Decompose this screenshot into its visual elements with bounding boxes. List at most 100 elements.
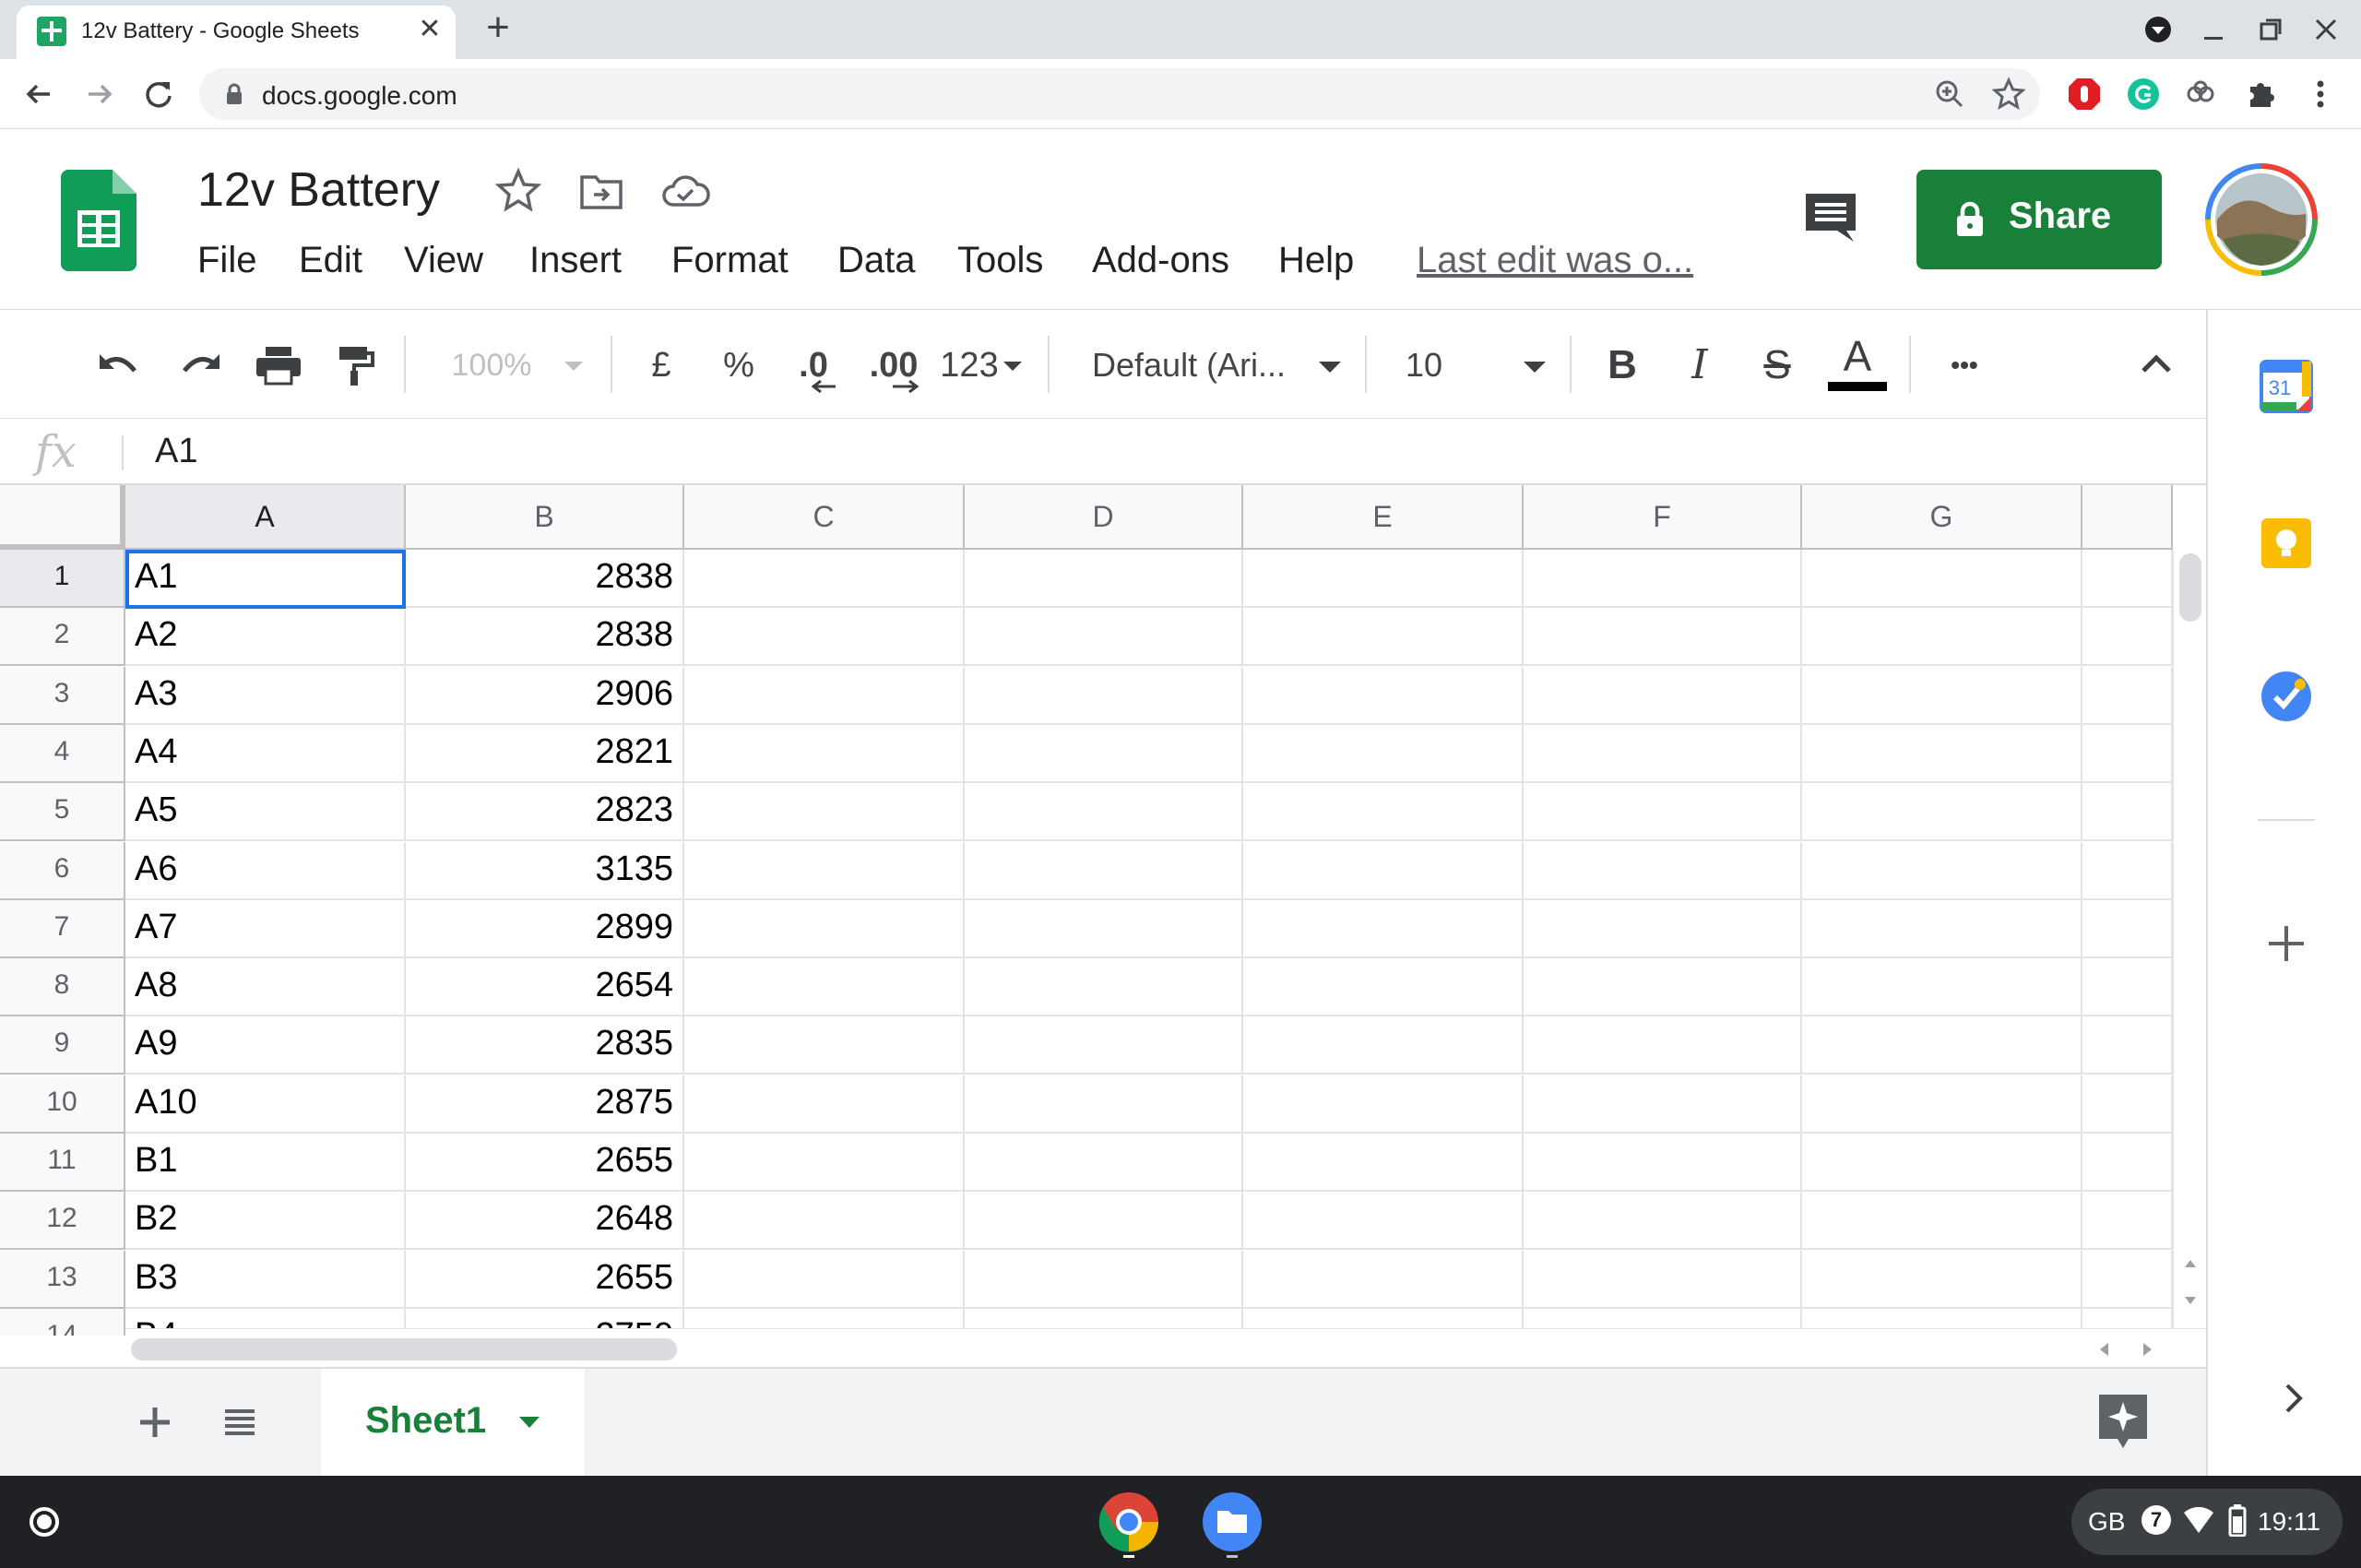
grid-cell[interactable] xyxy=(2082,900,2173,958)
grid-cell[interactable] xyxy=(684,958,965,1016)
menu-data[interactable]: Data xyxy=(837,240,916,281)
scroll-down-icon[interactable] xyxy=(2181,1291,2200,1310)
font-size-dropdown-icon[interactable] xyxy=(1518,339,1551,391)
grid-cell[interactable] xyxy=(1802,725,2082,783)
grid-cell[interactable] xyxy=(1802,1075,2082,1134)
move-folder-icon[interactable] xyxy=(577,168,625,216)
horizontal-scrollbar[interactable] xyxy=(125,1328,2206,1367)
grid-cell[interactable] xyxy=(684,900,965,958)
last-edit-link[interactable]: Last edit was o... xyxy=(1417,240,1693,281)
grid-cell[interactable] xyxy=(684,1134,965,1192)
grid-cell[interactable]: A4 xyxy=(125,725,406,783)
grid-cell[interactable] xyxy=(1524,1192,1802,1250)
grid-cell[interactable] xyxy=(1243,1134,1524,1192)
grid-cell[interactable] xyxy=(2082,608,2173,666)
grid-cell[interactable] xyxy=(1524,1134,1802,1192)
font-family-select[interactable]: Default (Ari... xyxy=(1092,339,1295,391)
comments-icon[interactable] xyxy=(1800,188,1861,249)
doc-title[interactable]: 12v Battery xyxy=(197,162,440,218)
grid-cell[interactable] xyxy=(2082,725,2173,783)
row-header[interactable]: 5 xyxy=(0,783,125,841)
more-formats-button[interactable]: 123 xyxy=(937,339,1002,391)
reload-icon[interactable] xyxy=(138,74,179,114)
grid-cell[interactable]: A8 xyxy=(125,958,406,1016)
grid-cell[interactable] xyxy=(684,783,965,841)
grid-cell[interactable] xyxy=(684,1192,965,1250)
grid-cell[interactable] xyxy=(1802,550,2082,608)
grid-cell[interactable] xyxy=(1802,958,2082,1016)
row-header[interactable]: 4 xyxy=(0,725,125,783)
scroll-right-icon[interactable] xyxy=(2136,1338,2158,1360)
restore-icon[interactable] xyxy=(2250,9,2291,50)
column-header-e[interactable]: E xyxy=(1243,485,1524,550)
grid-cell[interactable] xyxy=(1243,1192,1524,1250)
grid-cell[interactable]: A7 xyxy=(125,900,406,958)
grid-cell[interactable] xyxy=(1802,608,2082,666)
grid-cell[interactable] xyxy=(1524,1251,1802,1309)
grid-cell[interactable] xyxy=(1524,550,1802,608)
grid-cell[interactable]: 2655 xyxy=(406,1134,684,1192)
share-button[interactable]: Share xyxy=(1916,170,2162,269)
grid-cell[interactable] xyxy=(965,725,1243,783)
grid-cell[interactable] xyxy=(2082,1075,2173,1134)
font-size-select[interactable]: 10 xyxy=(1406,339,1452,391)
grid-cell[interactable]: 3135 xyxy=(406,842,684,900)
column-header-d[interactable]: D xyxy=(965,485,1243,550)
grid-cell[interactable] xyxy=(2082,667,2173,725)
grid-cell[interactable] xyxy=(1524,608,1802,666)
grid-cell[interactable] xyxy=(1524,783,1802,841)
browser-tab[interactable]: 12v Battery - Google Sheets ✕ xyxy=(17,6,456,59)
grid-cell[interactable]: 2838 xyxy=(406,608,684,666)
row-header[interactable]: 10 xyxy=(0,1075,125,1134)
grid-cell[interactable] xyxy=(2082,842,2173,900)
grid-cell[interactable]: B2 xyxy=(125,1192,406,1250)
grid-cell[interactable] xyxy=(965,1134,1243,1192)
column-header-h[interactable] xyxy=(2082,485,2173,550)
grid-cell[interactable] xyxy=(1524,842,1802,900)
grid-cell[interactable]: A1 xyxy=(125,550,406,608)
percent-button[interactable]: % xyxy=(716,339,762,391)
grid-cell[interactable]: 2838 xyxy=(406,550,684,608)
increase-decimal-button[interactable]: .00 xyxy=(861,339,926,393)
grid-cell[interactable] xyxy=(965,667,1243,725)
all-sheets-icon[interactable] xyxy=(218,1400,262,1444)
grid-cell[interactable] xyxy=(1243,550,1524,608)
grid-cell[interactable] xyxy=(684,1251,965,1309)
tab-search-icon[interactable] xyxy=(2138,9,2178,50)
row-header[interactable]: 7 xyxy=(0,900,125,958)
formula-input[interactable]: A1 xyxy=(155,432,197,471)
menu-file[interactable]: File xyxy=(197,240,256,281)
row-header[interactable]: 13 xyxy=(0,1251,125,1309)
text-color-button[interactable]: A xyxy=(1828,332,1887,398)
grid-cell[interactable] xyxy=(1802,1016,2082,1075)
grid-cell[interactable] xyxy=(1524,725,1802,783)
grid-cell[interactable] xyxy=(1524,667,1802,725)
menu-add-ons[interactable]: Add-ons xyxy=(1092,240,1229,281)
column-header-c[interactable]: C xyxy=(684,485,965,550)
grid-cell[interactable] xyxy=(684,725,965,783)
grid-cell[interactable]: 2655 xyxy=(406,1251,684,1309)
grid-cell[interactable] xyxy=(965,842,1243,900)
grid-cell[interactable] xyxy=(2082,783,2173,841)
grid-cell[interactable] xyxy=(2082,1134,2173,1192)
currency-button[interactable]: £ xyxy=(638,339,684,391)
grid-cell[interactable] xyxy=(1243,958,1524,1016)
minimize-icon[interactable] xyxy=(2193,9,2234,50)
column-header-g[interactable]: G xyxy=(1802,485,2082,550)
grid-cell[interactable] xyxy=(965,1251,1243,1309)
undo-icon[interactable] xyxy=(92,339,148,391)
grid-cell[interactable]: 2648 xyxy=(406,1192,684,1250)
grid-cell[interactable] xyxy=(965,1192,1243,1250)
browser-menu-icon[interactable] xyxy=(2302,76,2339,113)
grid-cell[interactable]: 2875 xyxy=(406,1075,684,1134)
add-addon-icon[interactable] xyxy=(2265,922,2308,965)
grid-cell[interactable]: A6 xyxy=(125,842,406,900)
grid-cell[interactable] xyxy=(684,608,965,666)
grid-cell[interactable] xyxy=(1524,900,1802,958)
new-tab-icon[interactable]: + xyxy=(478,7,518,50)
explore-icon[interactable] xyxy=(2095,1391,2151,1452)
column-header-b[interactable]: B xyxy=(406,485,684,550)
row-header[interactable]: 12 xyxy=(0,1192,125,1250)
grid-cell[interactable] xyxy=(1243,1075,1524,1134)
italic-button[interactable]: I xyxy=(1679,339,1721,391)
